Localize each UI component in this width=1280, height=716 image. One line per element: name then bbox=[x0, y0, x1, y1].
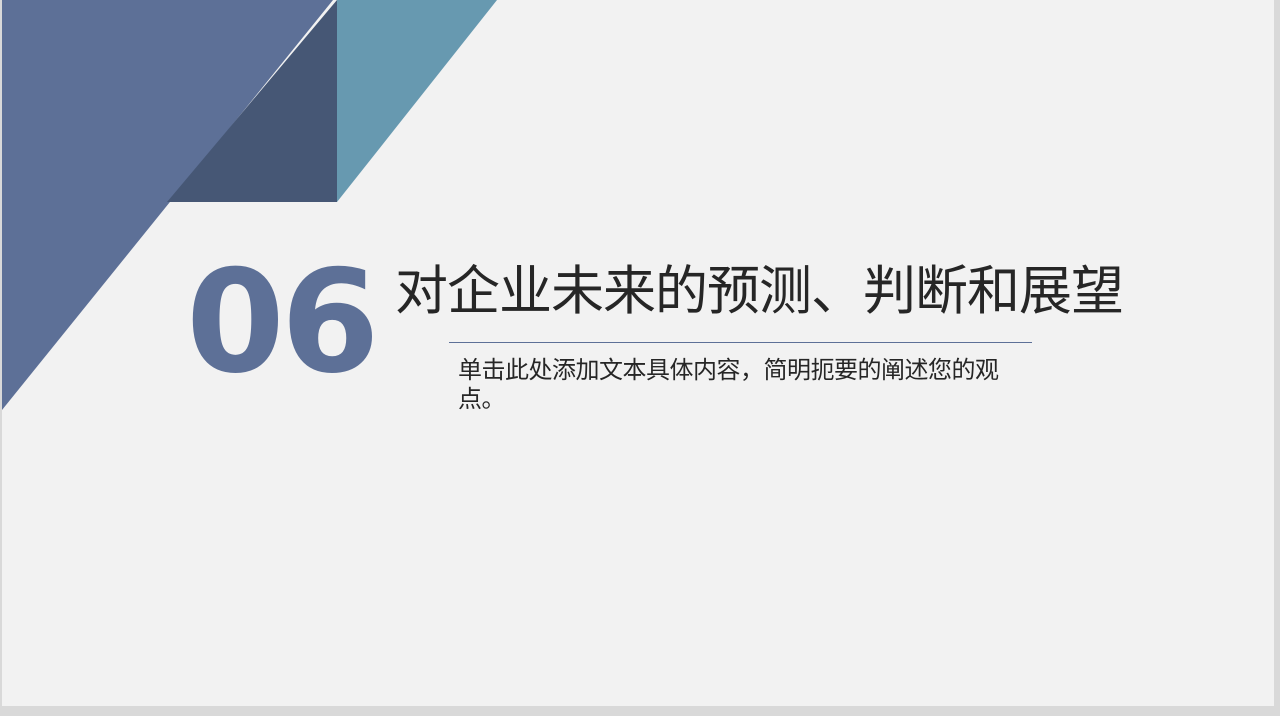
slide: 06 对企业未来的预测、判断和展望 单击此处添加文本具体内容，简明扼要的阐述您的… bbox=[2, 0, 1274, 706]
section-title: 对企业未来的预测、判断和展望 bbox=[395, 261, 1124, 322]
section-number: 06 bbox=[186, 240, 380, 405]
title-divider bbox=[449, 342, 1032, 343]
section-description[interactable]: 单击此处添加文本具体内容，简明扼要的阐述您的观点。 bbox=[458, 356, 1018, 414]
teal-triangle bbox=[337, 0, 497, 202]
